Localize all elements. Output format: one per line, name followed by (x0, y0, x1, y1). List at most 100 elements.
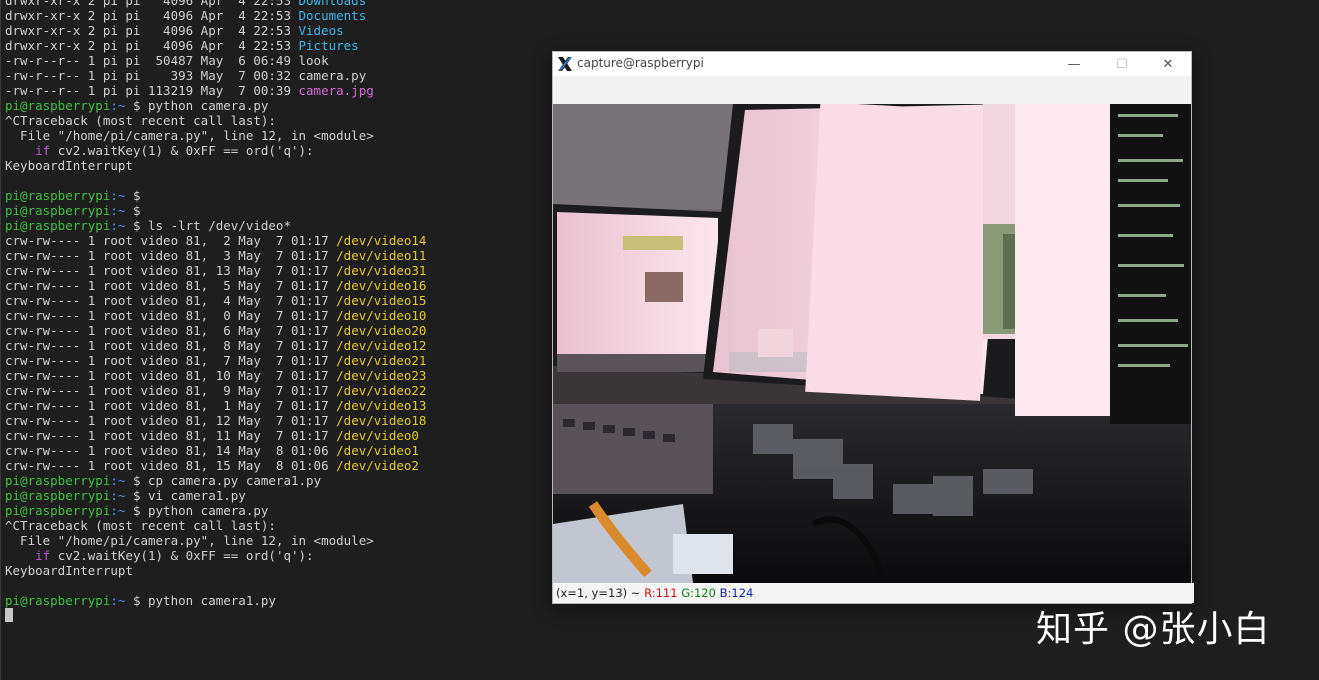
terminal-line: crw-rw---- 1 root video 81, 14 May 8 01:… (1, 443, 561, 458)
prompt-suffix: $ (125, 218, 148, 233)
green-value: G:120 (681, 586, 716, 600)
terminal-line: pi@raspberrypi:~ $ python camera.py (1, 98, 561, 113)
terminal-line: drwxr-xr-x 2 pi pi 4096 Apr 4 22:53 Pict… (1, 38, 561, 53)
ls-attrs: crw-rw---- 1 root video 81, 14 May 8 01:… (5, 443, 337, 458)
minimize-icon: — (1067, 56, 1081, 72)
ls-attrs: -rw-r--r-- 1 pi pi 113219 May 7 00:39 (5, 83, 299, 98)
ls-attrs: crw-rw---- 1 root video 81, 4 May 7 01:1… (5, 293, 337, 308)
prompt-user: pi@raspberrypi (5, 488, 111, 503)
terminal-line: drwxr-xr-x 2 pi pi 4096 Apr 4 22:53 Down… (1, 0, 561, 8)
terminal-line: File "/home/pi/camera.py", line 12, in <… (1, 533, 561, 548)
command-text: ls -lrt /dev/video* (148, 218, 291, 233)
ls-attrs: crw-rw---- 1 root video 81, 1 May 7 01:1… (5, 398, 337, 413)
terminal-line: File "/home/pi/camera.py", line 12, in <… (1, 128, 561, 143)
prompt-path: :~ (110, 188, 126, 203)
prompt-suffix: $ (125, 488, 148, 503)
ls-entry-name: Documents (298, 8, 367, 23)
ls-attrs: crw-rw---- 1 root video 81, 9 May 7 01:1… (5, 383, 337, 398)
prompt-suffix: $ (125, 203, 148, 218)
output-text: KeyboardInterrupt (5, 158, 133, 173)
terminal-line: crw-rw---- 1 root video 81, 2 May 7 01:1… (1, 233, 561, 248)
terminal-line: pi@raspberrypi:~ $ (1, 203, 561, 218)
terminal-line: crw-rw---- 1 root video 81, 11 May 7 01:… (1, 428, 561, 443)
prompt-user: pi@raspberrypi (5, 98, 111, 113)
ls-entry-name: /dev/video21 (336, 353, 427, 368)
terminal-line: pi@raspberrypi:~ $ python camera1.py (1, 593, 561, 608)
output-text: File "/home/pi/camera.py", line 12, in <… (5, 128, 374, 143)
ls-entry-name: look (298, 53, 329, 68)
camera-image-view[interactable] (553, 104, 1191, 583)
watermark-text: 知乎 @张小白 (1036, 609, 1271, 650)
command-text: python camera1.py (148, 593, 276, 608)
prompt-user: pi@raspberrypi (5, 203, 111, 218)
prompt-path: :~ (110, 593, 126, 608)
terminal-line: crw-rw---- 1 root video 81, 5 May 7 01:1… (1, 278, 561, 293)
ls-entry-name: /dev/video16 (336, 278, 427, 293)
command-text: python camera.py (148, 98, 269, 113)
ls-attrs: crw-rw---- 1 root video 81, 0 May 7 01:1… (5, 308, 337, 323)
ls-entry-name: /dev/video10 (336, 308, 427, 323)
terminal-line: crw-rw---- 1 root video 81, 12 May 7 01:… (1, 413, 561, 428)
prompt-user: pi@raspberrypi (5, 218, 111, 233)
ls-attrs: drwxr-xr-x 2 pi pi 4096 Apr 4 22:53 (5, 38, 299, 53)
prompt-user: pi@raspberrypi (5, 188, 111, 203)
prompt-path: :~ (110, 488, 126, 503)
ls-entry-name: camera.py (298, 68, 367, 83)
minimize-button[interactable]: — (1051, 52, 1097, 76)
code-keyword: if (35, 143, 51, 158)
prompt-suffix: $ (125, 188, 148, 203)
ls-entry-name: /dev/video18 (336, 413, 427, 428)
terminal-line: if cv2.waitKey(1) & 0xFF == ord('q'): (1, 548, 561, 563)
close-icon: ✕ (1162, 56, 1174, 72)
command-text: vi camera1.py (148, 488, 246, 503)
ls-entry-name: /dev/video12 (336, 338, 427, 353)
ls-entry-name: /dev/video1 (336, 443, 419, 458)
command-text: python camera.py (148, 503, 269, 518)
prompt-user: pi@raspberrypi (5, 473, 111, 488)
ls-attrs: -rw-r--r-- 1 pi pi 50487 May 6 06:49 (5, 53, 299, 68)
prompt-path: :~ (110, 98, 126, 113)
ls-entry-name: /dev/video0 (336, 428, 419, 443)
ls-entry-name: /dev/video31 (336, 263, 427, 278)
prompt-user: pi@raspberrypi (5, 593, 111, 608)
ls-attrs: crw-rw---- 1 root video 81, 3 May 7 01:1… (5, 248, 337, 263)
ls-attrs: drwxr-xr-x 2 pi pi 4096 Apr 4 22:53 (5, 0, 299, 8)
ls-entry-name: camera.jpg (298, 83, 374, 98)
prompt-path: :~ (110, 473, 126, 488)
terminal-line: pi@raspberrypi:~ $ (1, 188, 561, 203)
terminal-line: -rw-r--r-- 1 pi pi 113219 May 7 00:39 ca… (1, 83, 561, 98)
close-button[interactable]: ✕ (1145, 52, 1191, 76)
ls-entry-name: Downloads (298, 0, 367, 8)
ls-attrs: crw-rw---- 1 root video 81, 13 May 7 01:… (5, 263, 337, 278)
ls-attrs: crw-rw---- 1 root video 81, 5 May 7 01:1… (5, 278, 337, 293)
ls-attrs: crw-rw---- 1 root video 81, 2 May 7 01:1… (5, 233, 337, 248)
terminal-line: KeyboardInterrupt (1, 158, 561, 173)
terminal-line: crw-rw---- 1 root video 81, 0 May 7 01:1… (1, 308, 561, 323)
code-text: cv2.waitKey(1) & 0xFF == ord('q'): (50, 548, 314, 563)
terminal-line: crw-rw---- 1 root video 81, 7 May 7 01:1… (1, 353, 561, 368)
ls-attrs: crw-rw---- 1 root video 81, 7 May 7 01:1… (5, 353, 337, 368)
blue-value: B:124 (719, 586, 754, 600)
terminal-line: drwxr-xr-x 2 pi pi 4096 Apr 4 22:53 Docu… (1, 8, 561, 23)
ls-entry-name: /dev/video14 (336, 233, 427, 248)
ls-attrs: crw-rw---- 1 root video 81, 11 May 7 01:… (5, 428, 337, 443)
maximize-icon: ☐ (1116, 56, 1128, 72)
ls-attrs: crw-rw---- 1 root video 81, 6 May 7 01:1… (5, 323, 337, 338)
ls-attrs: drwxr-xr-x 2 pi pi 4096 Apr 4 22:53 (5, 8, 299, 23)
terminal-line: -rw-r--r-- 1 pi pi 50487 May 6 06:49 loo… (1, 53, 561, 68)
ls-entry-name: /dev/video20 (336, 323, 427, 338)
terminal-line: pi@raspberrypi:~ $ vi camera1.py (1, 488, 561, 503)
terminal[interactable]: drwxr-xr-x 2 pi pi 4096 Apr 4 22:53 Down… (0, 0, 561, 680)
ls-attrs: drwxr-xr-x 2 pi pi 4096 Apr 4 22:53 (5, 23, 299, 38)
maximize-button[interactable]: ☐ (1099, 52, 1145, 76)
output-text: ^CTraceback (most recent call last): (5, 113, 276, 128)
code-text: cv2.waitKey(1) & 0xFF == ord('q'): (50, 143, 314, 158)
toolbar-area (553, 76, 1191, 104)
ls-attrs: crw-rw---- 1 root video 81, 15 May 8 01:… (5, 458, 337, 473)
title-bar[interactable]: capture@raspberrypi — ☐ ✕ (553, 52, 1191, 76)
ls-entry-name: /dev/video2 (336, 458, 419, 473)
terminal-line: pi@raspberrypi:~ $ python camera.py (1, 503, 561, 518)
output-text: File "/home/pi/camera.py", line 12, in <… (5, 533, 374, 548)
terminal-line: crw-rw---- 1 root video 81, 10 May 7 01:… (1, 368, 561, 383)
